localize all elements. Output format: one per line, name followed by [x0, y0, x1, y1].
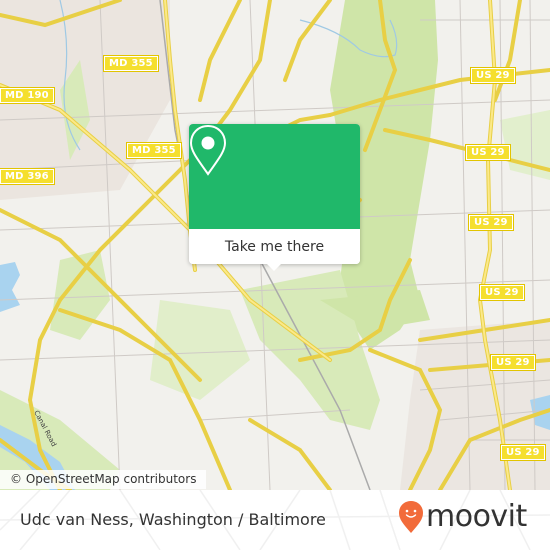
route-shield-md355: MD 355: [103, 55, 159, 72]
moovit-logo[interactable]: moovit: [398, 500, 527, 534]
map-view[interactable]: Canal Road MD 355 MD 190 MD 355 MD 396 U…: [0, 0, 550, 490]
map-attribution[interactable]: © OpenStreetMap contributors: [0, 470, 207, 489]
moovit-pin-icon: [399, 501, 423, 533]
brand-name: moovit: [426, 499, 527, 534]
route-shield-us29: US 29: [490, 354, 536, 371]
station-name: Udc van Ness, Washington / Baltimore: [20, 510, 326, 529]
route-shield-us29: US 29: [468, 214, 514, 231]
route-shield-md190: MD 190: [0, 87, 55, 104]
route-shield-md396: MD 396: [0, 168, 55, 185]
location-popup[interactable]: Take me there: [189, 124, 360, 271]
footer-bar: Udc van Ness, Washington / Baltimore moo…: [0, 490, 550, 550]
take-me-there-label: Take me there: [224, 238, 325, 255]
route-shield-md355: MD 355: [126, 142, 182, 159]
route-shield-us29: US 29: [470, 67, 516, 84]
route-shield-us29: US 29: [479, 284, 525, 301]
popup-pointer: [265, 262, 283, 271]
popup-header[interactable]: [189, 124, 360, 229]
route-shield-us29: US 29: [500, 444, 546, 461]
location-pin-icon: [189, 124, 227, 176]
take-me-there-button[interactable]: Take me there: [189, 229, 360, 264]
route-shield-us29: US 29: [465, 144, 511, 161]
